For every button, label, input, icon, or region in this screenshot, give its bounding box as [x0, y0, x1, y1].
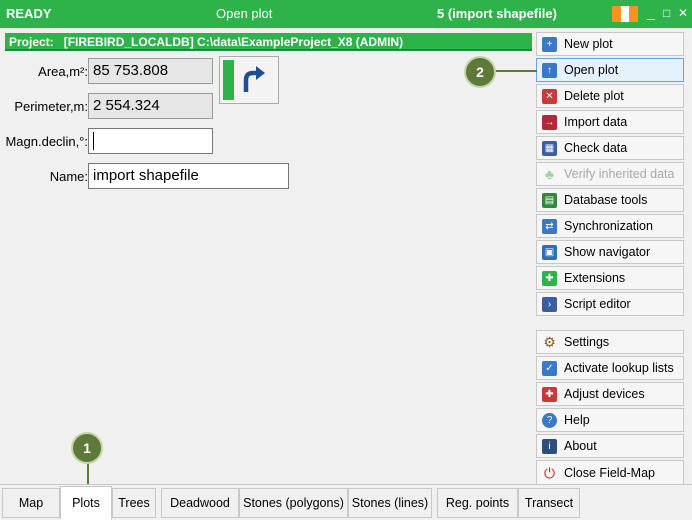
sidebar-item-extensions-button[interactable]: ✚ Extensions	[536, 266, 684, 290]
close-button[interactable]: ✕	[678, 6, 688, 20]
tab-deadwood[interactable]: Deadwood	[161, 488, 239, 518]
sidebar-item-show-navigator-button[interactable]: ▣ Show navigator	[536, 240, 684, 264]
area-label: Area,m²:	[38, 64, 88, 79]
sidebar-item-label: New plot	[564, 37, 613, 51]
text-cursor	[93, 132, 94, 151]
sidebar-item-label: Extensions	[564, 271, 626, 285]
import-data-icon: →	[542, 114, 557, 130]
sidebar-item-import-data-button[interactable]: → Import data	[536, 110, 684, 134]
sidebar-item-check-data-button[interactable]: ▦ Check data	[536, 136, 684, 160]
sidebar-item-about-button[interactable]: i About	[536, 434, 684, 458]
check-data-icon: ▦	[542, 140, 557, 156]
flag-stripe	[629, 6, 639, 22]
sidebar-item-label: Import data	[564, 115, 628, 129]
sidebar-item-help-button[interactable]: ? Help	[536, 408, 684, 432]
redo-arrow-icon	[243, 66, 265, 92]
tab-stones-lines[interactable]: Stones (lines)	[348, 488, 432, 518]
callout-1: 1	[71, 432, 103, 464]
sidebar-item-verify-inherited-data-button: ♣ Verify inherited data	[536, 162, 684, 186]
tree-icon: ♣	[544, 166, 555, 182]
project-bar: Project: [FIREBIRD_LOCALDB] C:\data\Exam…	[5, 33, 532, 51]
sidebar-item-label: Synchronization	[564, 219, 653, 233]
name-label: Name:	[49, 169, 88, 184]
tab-trees[interactable]: Trees	[112, 488, 156, 518]
refresh-button[interactable]	[219, 56, 279, 104]
sidebar-item-script-editor-button[interactable]: › Script editor	[536, 292, 684, 316]
open-plot-icon: ↑	[542, 62, 557, 78]
extensions-icon: ✚	[542, 270, 557, 286]
window-title: Open plot	[216, 6, 273, 21]
language-flag-icon[interactable]	[612, 6, 639, 22]
project-label: Project:	[9, 35, 54, 49]
tab-plots[interactable]: Plots	[60, 486, 112, 520]
new-plot-icon: +	[542, 36, 557, 52]
sidebar-item-label: Database tools	[564, 193, 648, 207]
info-icon: i	[542, 438, 557, 454]
devices-icon: ✚	[542, 386, 557, 402]
sidebar-item-label: Show navigator	[564, 245, 651, 259]
script-editor-icon: ›	[542, 296, 557, 312]
sidebar-item-label: About	[564, 439, 597, 453]
sidebar-item-close-field-map-button[interactable]: ⏻ Close Field-Map	[536, 460, 684, 486]
sidebar-item-label: Verify inherited data	[564, 167, 675, 181]
sidebar-item-label: Open plot	[564, 63, 619, 77]
callout-2-line	[495, 70, 537, 72]
navigator-icon: ▣	[542, 244, 557, 260]
magn-declin-label: Magn.declin,°:	[5, 134, 88, 149]
tab-bar: Map Plots Trees Deadwood Stones (polygons) St…	[0, 484, 692, 520]
sidebar-item-delete-plot-button[interactable]: ✕ Delete plot	[536, 84, 684, 108]
flag-stripe	[620, 6, 630, 22]
sidebar-item-label: Delete plot	[564, 89, 624, 103]
sidebar-item-label: Help	[564, 413, 590, 427]
sidebar-item-label: Script editor	[564, 297, 631, 311]
area-field: 85 753.808	[88, 58, 213, 84]
sidebar-item-synchronization-button[interactable]: ⇄ Synchronization	[536, 214, 684, 238]
tab-reg-points[interactable]: Reg. points	[437, 488, 518, 518]
project-path: [FIREBIRD_LOCALDB] C:\data\ExampleProjec…	[63, 35, 404, 49]
title-bar: READY Open plot 5 (import shapefile) _ □…	[0, 0, 692, 28]
current-plot-title: 5 (import shapefile)	[437, 6, 557, 21]
status-text: READY	[6, 6, 52, 21]
sidebar-item-label: Close Field-Map	[564, 466, 656, 480]
name-input[interactable]: import shapefile	[88, 163, 289, 189]
sidebar-item-label: Check data	[564, 141, 628, 155]
sidebar-item-new-plot-button[interactable]: + New plot	[536, 32, 684, 56]
sidebar-item-label: Adjust devices	[564, 387, 645, 401]
tab-transect[interactable]: Transect	[518, 488, 580, 518]
plot-info-panel: Project: [FIREBIRD_LOCALDB] C:\data\Exam…	[3, 30, 533, 484]
sync-icon: ⇄	[542, 218, 557, 234]
gear-icon: ⚙	[543, 333, 556, 350]
database-tools-icon: ▤	[542, 192, 557, 208]
sidebar-item-open-plot-button[interactable]: ↑ Open plot	[536, 58, 684, 82]
help-icon: ?	[542, 412, 557, 428]
tab-stones-polygons[interactable]: Stones (polygons)	[239, 488, 348, 518]
perimeter-field: 2 554.324	[88, 93, 213, 119]
flag-stripe	[612, 6, 621, 22]
maximize-button[interactable]: □	[663, 6, 670, 20]
perimeter-label: Perimeter,m:	[14, 99, 88, 114]
sidebar-item-settings-button[interactable]: ⚙ Settings	[536, 330, 684, 354]
sidebar-item-database-tools-button[interactable]: ▤ Database tools	[536, 188, 684, 212]
sidebar-item-adjust-devices-button[interactable]: ✚ Adjust devices	[536, 382, 684, 406]
sidebar-item-activate-lookup-lists-button[interactable]: ✓ Activate lookup lists	[536, 356, 684, 380]
delete-plot-icon: ✕	[542, 88, 557, 104]
minimize-button[interactable]: _	[647, 4, 655, 20]
sidebar-item-label: Activate lookup lists	[564, 361, 674, 375]
power-icon: ⏻	[543, 464, 556, 481]
callout-2: 2	[464, 56, 496, 88]
magn-declin-input[interactable]	[88, 128, 213, 154]
sidebar-item-label: Settings	[564, 335, 610, 349]
tab-map[interactable]: Map	[2, 488, 60, 518]
lookup-lists-icon: ✓	[542, 360, 557, 376]
action-sidebar: + New plot ↑ Open plot ✕ Delete plot → Import d…	[534, 30, 690, 486]
